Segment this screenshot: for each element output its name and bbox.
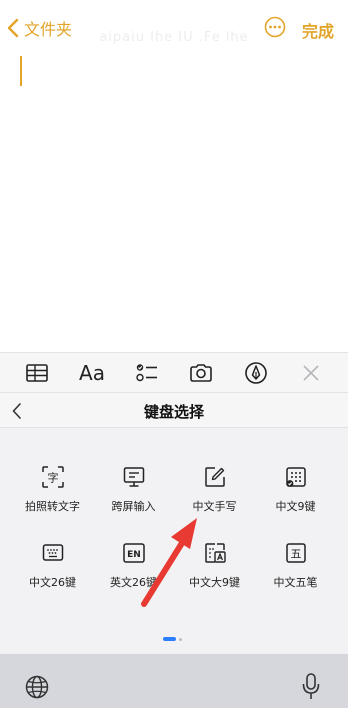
- keyboard-option-label: 中文五笔: [273, 576, 318, 589]
- keyboard-selection-title: 键盘选择: [143, 403, 204, 421]
- keyboard-option-cross-screen[interactable]: 跨屏输入: [93, 464, 174, 514]
- markup-button[interactable]: [238, 355, 274, 391]
- text-format-button[interactable]: Aa: [74, 355, 110, 391]
- photo-to-text-icon: 字: [41, 466, 64, 488]
- wubi-icon: 五: [285, 543, 306, 563]
- camera-button[interactable]: [183, 355, 219, 391]
- keyboard-option-label: 中文大9键: [189, 576, 240, 589]
- note-toolbar: Aa: [0, 352, 348, 392]
- keyboard-26-icon: [42, 544, 63, 561]
- keyboard-option-wubi[interactable]: 五 中文五笔: [255, 540, 336, 590]
- photo-to-text-glyph: 字: [47, 471, 58, 485]
- handwriting-icon: [204, 467, 225, 487]
- cross-screen-icon: [123, 467, 144, 487]
- more-options-icon[interactable]: [264, 16, 286, 38]
- english-keyboard-icon: EN: [122, 543, 145, 563]
- done-button[interactable]: 完成: [302, 18, 334, 42]
- microphone-icon[interactable]: [300, 672, 322, 702]
- page-indicator: [163, 637, 182, 641]
- keyboard-option-9-key[interactable]: 中文9键: [255, 464, 336, 514]
- text-format-icon: Aa: [79, 360, 105, 385]
- table-button[interactable]: [19, 355, 55, 391]
- checklist-button[interactable]: [129, 355, 165, 391]
- top-nav-bar: 文件夹 aipaiu Ihe IU .Fe lhe 完成: [0, 0, 348, 56]
- keyboard-selection-header: 键盘选择: [0, 392, 348, 428]
- globe-icon[interactable]: [24, 674, 50, 700]
- keyboard-option-26-key[interactable]: 中文26键: [12, 540, 93, 590]
- keyboard-option-label: 中文26键: [29, 576, 76, 589]
- camera-icon: [190, 363, 213, 382]
- close-toolbar-button[interactable]: [293, 355, 329, 391]
- large-9-key-icon: [204, 543, 226, 563]
- checklist-icon: [135, 363, 157, 381]
- keyboard-option-english-26-key[interactable]: EN 英文26键: [93, 540, 174, 590]
- table-icon: [26, 363, 49, 382]
- page-indicator-dot[interactable]: [179, 637, 182, 641]
- keyboard-options-panel: 字 拍照转文字 跨屏输入 中文手写 中文9键 中文26键 EN 英文26键 中文…: [0, 428, 348, 654]
- keyboard-option-label: 中文9键: [275, 500, 316, 513]
- keyboard-option-label: 拍照转文字: [25, 500, 80, 513]
- keyboard-options-grid: 字 拍照转文字 跨屏输入 中文手写 中文9键 中文26键 EN 英文26键 中文…: [12, 464, 336, 590]
- keyboard-bottom-bar: [0, 654, 348, 708]
- keyboard-option-label: 英文26键: [110, 576, 157, 589]
- english-keyboard-glyph: EN: [127, 550, 141, 560]
- page-indicator-active-dot: [163, 637, 176, 641]
- watermark-text: aipaiu Ihe IU .Fe lhe: [99, 30, 249, 45]
- wubi-glyph: 五: [290, 548, 301, 561]
- text-cursor[interactable]: [20, 56, 22, 86]
- notes-editor-screen: 文件夹 aipaiu Ihe IU .Fe lhe 完成 Aa 键盘选择 字 拍…: [0, 0, 348, 708]
- keyboard-option-large-9-key[interactable]: 中文大9键: [174, 540, 255, 590]
- keyboard-option-handwriting[interactable]: 中文手写: [174, 464, 255, 514]
- close-icon: [303, 364, 319, 381]
- keypad-9-icon: [285, 467, 306, 487]
- keyboard-option-photo-to-text[interactable]: 字 拍照转文字: [12, 464, 93, 514]
- keyboard-option-label: 跨屏输入: [111, 500, 156, 513]
- pen-markup-icon: [245, 361, 267, 384]
- keyboard-option-label: 中文手写: [192, 500, 237, 513]
